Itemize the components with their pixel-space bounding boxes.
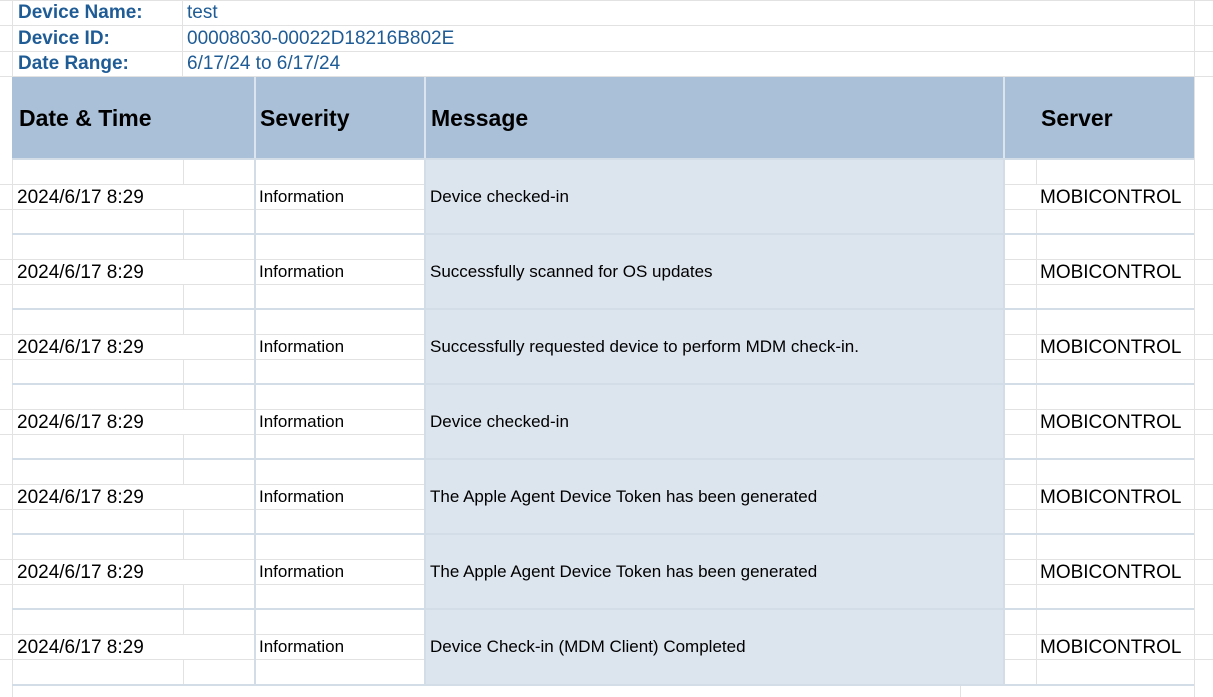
column-header-severity[interactable]: Severity <box>260 77 350 159</box>
severity-cell[interactable]: Information <box>259 559 344 585</box>
severity-cell[interactable]: Information <box>259 334 344 360</box>
device-name-value[interactable]: test <box>187 1 218 25</box>
gridline <box>1194 0 1195 697</box>
message-cell[interactable]: Device checked-in <box>430 409 569 435</box>
row-border <box>12 158 1194 160</box>
server-cell[interactable]: MOBICONTROL <box>1040 485 1181 511</box>
table-header <box>12 77 1194 159</box>
server-cell[interactable]: MOBICONTROL <box>1040 260 1181 286</box>
severity-cell[interactable]: Information <box>259 634 344 660</box>
severity-cell[interactable]: Information <box>259 184 344 210</box>
gridline <box>1036 209 1037 685</box>
gridline <box>183 284 184 310</box>
gridline <box>183 534 184 560</box>
severity-cell[interactable]: Information <box>259 259 344 285</box>
column-header-server[interactable]: Server <box>1041 77 1113 159</box>
message-cell[interactable]: Successfully requested device to perform… <box>430 334 859 360</box>
column-header-date-time[interactable]: Date & Time <box>19 77 152 159</box>
gridline <box>183 159 184 185</box>
message-cell[interactable]: Successfully scanned for OS updates <box>430 259 713 285</box>
row-border <box>12 533 1194 535</box>
gridline <box>183 434 184 460</box>
row-border <box>12 308 1194 310</box>
header-separator <box>254 77 256 159</box>
severity-cell[interactable]: Information <box>259 484 344 510</box>
row-border <box>12 608 1194 610</box>
date-time-cell[interactable]: 2024/6/17 8:29 <box>17 485 144 511</box>
message-cell[interactable]: The Apple Agent Device Token has been ge… <box>430 559 817 585</box>
gridline <box>183 234 184 260</box>
server-cell[interactable]: MOBICONTROL <box>1040 560 1181 586</box>
gridline <box>183 309 184 335</box>
column-header-message[interactable]: Message <box>431 77 528 159</box>
date-range-value[interactable]: 6/17/24 to 6/17/24 <box>187 52 340 76</box>
server-cell[interactable]: MOBICONTROL <box>1040 635 1181 661</box>
column-border <box>424 159 426 685</box>
gridline <box>183 509 184 535</box>
gridline <box>183 459 184 485</box>
date-range-label: Date Range: <box>18 53 129 74</box>
column-border <box>1003 159 1005 685</box>
gridline <box>183 584 184 610</box>
message-cell[interactable]: Device checked-in <box>430 184 569 210</box>
gridline <box>183 609 184 635</box>
row-border <box>12 458 1194 460</box>
severity-cell[interactable]: Information <box>259 409 344 435</box>
spreadsheet: Device Name: test Device ID: 00008030-00… <box>0 0 1213 697</box>
server-cell[interactable]: MOBICONTROL <box>1040 185 1181 211</box>
header-separator <box>1003 77 1005 159</box>
gridline <box>960 685 961 697</box>
date-time-cell[interactable]: 2024/6/17 8:29 <box>17 260 144 286</box>
date-time-cell[interactable]: 2024/6/17 8:29 <box>17 185 144 211</box>
date-time-cell[interactable]: 2024/6/17 8:29 <box>17 560 144 586</box>
header-separator <box>424 77 426 159</box>
device-id-label: Device ID: <box>18 28 110 49</box>
column-border <box>254 159 256 685</box>
gridline <box>183 659 184 685</box>
device-name-label: Device Name: <box>18 2 143 23</box>
row-border <box>12 383 1194 385</box>
gridline <box>183 359 184 385</box>
gridline <box>183 384 184 410</box>
gridline <box>182 0 183 77</box>
row-border <box>12 233 1194 235</box>
date-time-cell[interactable]: 2024/6/17 8:29 <box>17 335 144 361</box>
server-cell[interactable]: MOBICONTROL <box>1040 410 1181 436</box>
date-time-cell[interactable]: 2024/6/17 8:29 <box>17 410 144 436</box>
device-id-value[interactable]: 00008030-00022D18216B802E <box>187 27 454 51</box>
message-cell[interactable]: The Apple Agent Device Token has been ge… <box>430 484 817 510</box>
date-time-cell[interactable]: 2024/6/17 8:29 <box>17 635 144 661</box>
gridline <box>183 209 184 235</box>
row-border <box>12 684 1194 686</box>
gridline <box>1036 159 1037 185</box>
server-cell[interactable]: MOBICONTROL <box>1040 335 1181 361</box>
message-cell[interactable]: Device Check-in (MDM Client) Completed <box>430 634 746 660</box>
